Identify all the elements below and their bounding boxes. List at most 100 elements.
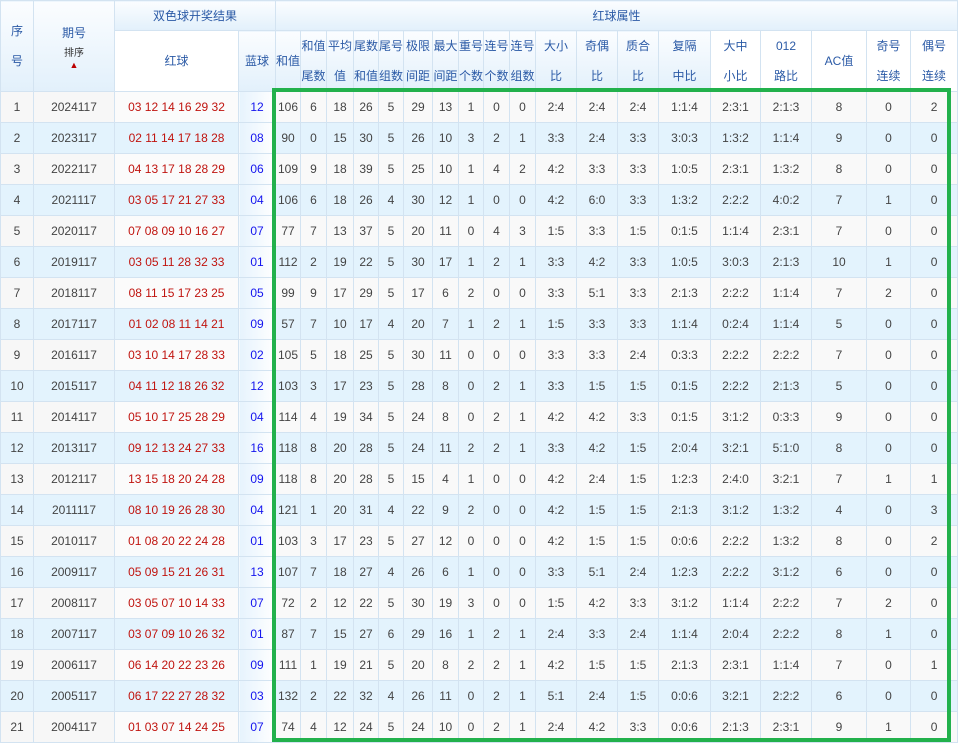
attr-cell-17: 0 [866, 153, 912, 185]
attr-cell-1: 4 [300, 401, 328, 433]
attr-cell-3: 23 [353, 525, 380, 557]
attr-cell-18: 0 [910, 711, 959, 743]
attr-cell-18: 0 [910, 246, 959, 278]
attr-cell-13: 0:0:6 [658, 711, 712, 743]
attr-cell-8: 0 [483, 494, 511, 526]
attr-cell-8: 4 [483, 153, 511, 185]
attr-cell-2: 12 [326, 587, 355, 619]
seq-cell: 5 [0, 215, 34, 247]
attr-cell-11: 4:2 [576, 711, 619, 743]
attr-cell-18: 0 [910, 401, 959, 433]
attr-cell-5: 24 [403, 711, 434, 743]
attr-cell-12: 1:5 [617, 463, 660, 495]
header-attr-line2: 比 [632, 69, 645, 83]
attr-cell-11: 1:5 [576, 494, 619, 526]
attr-cell-5: 26 [403, 680, 434, 712]
blue-ball-cell: 04 [237, 184, 277, 216]
seq-cell: 4 [0, 184, 34, 216]
attr-cell-16: 7 [811, 184, 868, 216]
attr-cell-5: 20 [403, 215, 434, 247]
attr-cell-13: 1:3:2 [658, 184, 712, 216]
attr-cell-15: 2:2:2 [760, 587, 813, 619]
attr-cell-8: 0 [483, 91, 511, 123]
attr-cell-4: 5 [378, 339, 405, 371]
attr-cell-17: 0 [866, 122, 912, 154]
attr-cell-0: 72 [275, 587, 302, 619]
header-attr-8: 连号 个数 [483, 30, 511, 92]
seq-cell: 7 [0, 277, 34, 309]
attr-cell-0: 112 [275, 246, 302, 278]
attr-cell-17: 0 [866, 525, 912, 557]
attr-cell-11: 4:2 [576, 587, 619, 619]
table-row: 9 2016117 03 10 14 17 28 33 02 105 5 18 25 5 30 11… [0, 339, 959, 371]
header-attr-15: 012 路比 [760, 30, 813, 92]
attr-cell-9: 1 [509, 401, 537, 433]
attr-cell-12: 1:5 [617, 215, 660, 247]
attr-cell-5: 17 [403, 277, 434, 309]
attr-cell-2: 19 [326, 649, 355, 681]
attr-cell-17: 0 [866, 680, 912, 712]
red-balls-cell: 04 11 12 18 26 32 [114, 370, 239, 402]
blue-ball-cell: 01 [237, 618, 277, 650]
table-row: 18 2007117 03 07 09 10 26 32 01 87 7 15 27 6 29 16… [0, 618, 959, 650]
blue-ball-cell: 02 [237, 339, 277, 371]
attr-cell-6: 19 [432, 587, 460, 619]
attr-cell-1: 4 [300, 711, 328, 743]
attr-cell-10: 3:3 [535, 339, 578, 371]
attr-cell-13: 1:1:4 [658, 308, 712, 340]
red-balls-cell: 08 10 19 26 28 30 [114, 494, 239, 526]
seq-cell: 9 [0, 339, 34, 371]
attr-cell-13: 0:1:5 [658, 370, 712, 402]
attr-cell-1: 6 [300, 184, 328, 216]
table-row: 1 2024117 03 12 14 16 29 32 12 106 6 18 26 5 29 13… [0, 91, 959, 123]
attr-cell-6: 11 [432, 215, 460, 247]
attr-cell-8: 0 [483, 463, 511, 495]
sort-label: 排序 [64, 47, 84, 59]
red-balls-cell: 03 12 14 16 29 32 [114, 91, 239, 123]
attr-cell-6: 4 [432, 463, 460, 495]
header-attr-line1: 尾号 [379, 39, 404, 53]
attr-cell-17: 2 [866, 277, 912, 309]
attr-cell-0: 107 [275, 556, 302, 588]
sort-button[interactable]: 排序 ▲ [35, 47, 114, 70]
seq-cell: 17 [0, 587, 34, 619]
attr-cell-12: 2:4 [617, 339, 660, 371]
attr-cell-7: 3 [458, 587, 485, 619]
attr-cell-4: 5 [378, 463, 405, 495]
attr-cell-9: 1 [509, 122, 537, 154]
attr-cell-3: 31 [353, 494, 380, 526]
red-balls-cell: 03 05 07 10 14 33 [114, 587, 239, 619]
attr-cell-11: 2:4 [576, 680, 619, 712]
attr-cell-13: 1:0:5 [658, 246, 712, 278]
red-balls-cell: 01 02 08 11 14 21 [114, 308, 239, 340]
header-attr-line2: 尾数 [301, 69, 326, 83]
attr-cell-13: 1:2:3 [658, 463, 712, 495]
attr-cell-18: 0 [910, 153, 959, 185]
attr-cell-1: 7 [300, 556, 328, 588]
table-row: 6 2019117 03 05 11 28 32 33 01 112 2 19 22 5 30 17… [0, 246, 959, 278]
blue-ball-cell: 07 [237, 215, 277, 247]
attr-cell-11: 4:2 [576, 401, 619, 433]
attr-cell-17: 1 [866, 711, 912, 743]
attr-cell-15: 0:3:3 [760, 401, 813, 433]
issue-cell: 2008117 [33, 587, 115, 619]
issue-cell: 2010117 [33, 525, 115, 557]
attr-cell-13: 3:0:3 [658, 122, 712, 154]
attr-cell-16: 7 [811, 463, 868, 495]
attr-cell-4: 5 [378, 525, 405, 557]
attr-cell-5: 22 [403, 494, 434, 526]
seq-cell: 8 [0, 308, 34, 340]
attr-cell-8: 0 [483, 525, 511, 557]
attr-cell-16: 7 [811, 277, 868, 309]
attr-cell-8: 0 [483, 556, 511, 588]
red-balls-cell: 07 08 09 10 16 27 [114, 215, 239, 247]
table-row: 12 2013117 09 12 13 24 27 33 16 118 8 20 28 5 24 1… [0, 432, 959, 464]
attr-cell-1: 9 [300, 153, 328, 185]
seq-cell: 14 [0, 494, 34, 526]
attr-cell-8: 2 [483, 308, 511, 340]
attr-cell-16: 8 [811, 91, 868, 123]
attr-cell-7: 3 [458, 122, 485, 154]
attr-cell-0: 77 [275, 215, 302, 247]
attr-cell-12: 3:3 [617, 246, 660, 278]
attr-cell-14: 2:2:2 [710, 370, 762, 402]
